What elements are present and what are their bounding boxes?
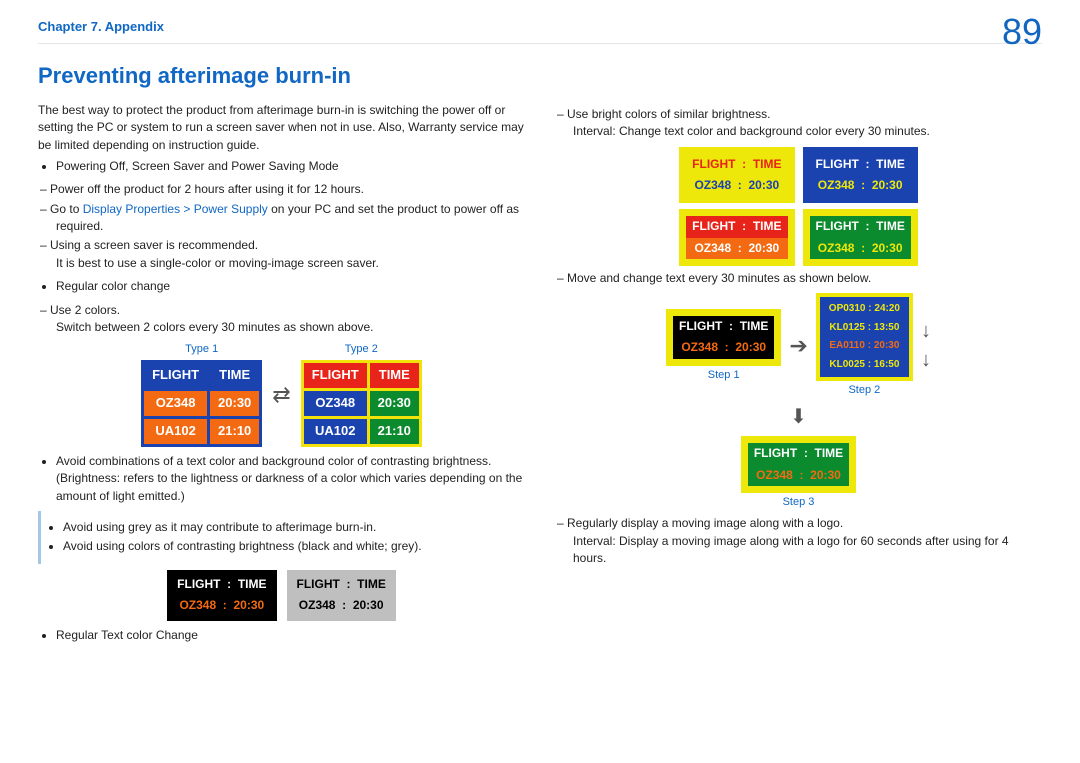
swap-arrow-icon: ⇄ — [272, 379, 290, 411]
example-type1-type2: Type 1 FLIGHTTIME OZ34820:30 UA10221:10 … — [38, 342, 525, 446]
bullet-power-mode: Powering Off, Screen Saver and Power Sav… — [56, 158, 525, 175]
bullet-regular-text-color: Regular Text color Change — [56, 627, 525, 644]
sub-bright-colors: Use bright colors of similar brightness.… — [573, 106, 1042, 141]
note-box: Avoid using grey as it may contribute to… — [38, 511, 525, 564]
sub-moving-image: Regularly display a moving image along w… — [573, 515, 1042, 567]
step3-label: Step 3 — [783, 495, 815, 511]
bullet-regular-color: Regular color change — [56, 278, 525, 295]
chapter-label: Chapter 7. Appendix — [38, 18, 1042, 37]
step2-label: Step 2 — [848, 383, 880, 399]
type2-label: Type 2 — [301, 342, 422, 358]
intro-text: The best way to protect the product from… — [38, 102, 525, 154]
sub-screensaver: Using a screen saver is recommended.It i… — [56, 237, 525, 272]
page-number: 89 — [1002, 6, 1042, 58]
divider — [38, 43, 1042, 44]
sub-move-change: Move and change text every 30 minutes as… — [573, 270, 1042, 287]
bullet-avoid-contrast: Avoid combinations of a text color and b… — [56, 453, 525, 505]
arrow-right-icon: ➔ — [789, 330, 807, 362]
sub-two-colors: Use 2 colors.Switch between 2 colors eve… — [56, 302, 525, 337]
example-30min-colors-2: FLIGHT : TIME OZ348 : 20:30 FLIGHT : TIM… — [555, 209, 1042, 266]
example-bw-grey: FLIGHT : TIME OZ348 : 20:30 FLIGHT : TIM… — [38, 570, 525, 621]
example-steps-row: FLIGHT : TIME OZ348 : 20:30 Step 1 ➔ OP0… — [555, 293, 1042, 399]
step1-label: Step 1 — [708, 368, 740, 384]
sub-poweroff: Power off the product for 2 hours after … — [56, 181, 525, 198]
page-title: Preventing afterimage burn-in — [38, 60, 1042, 92]
sub-display-properties: Go to Display Properties > Power Supply … — [56, 201, 525, 236]
example-30min-colors: FLIGHT : TIME OZ348 : 20:30 FLIGHT : TIM… — [555, 147, 1042, 204]
note-avoid-contrast-colors: Avoid using colors of contrasting bright… — [63, 538, 517, 555]
example-step3: FLIGHT : TIME OZ348 : 20:30 Step 3 — [555, 436, 1042, 511]
arrow-down-icon: ↓↓ — [921, 317, 931, 375]
arrow-down-icon: ⬇ — [555, 403, 1042, 432]
note-avoid-grey: Avoid using grey as it may contribute to… — [63, 519, 517, 536]
link-display-properties[interactable]: Display Properties > Power Supply — [83, 202, 268, 216]
type1-label: Type 1 — [141, 342, 262, 358]
